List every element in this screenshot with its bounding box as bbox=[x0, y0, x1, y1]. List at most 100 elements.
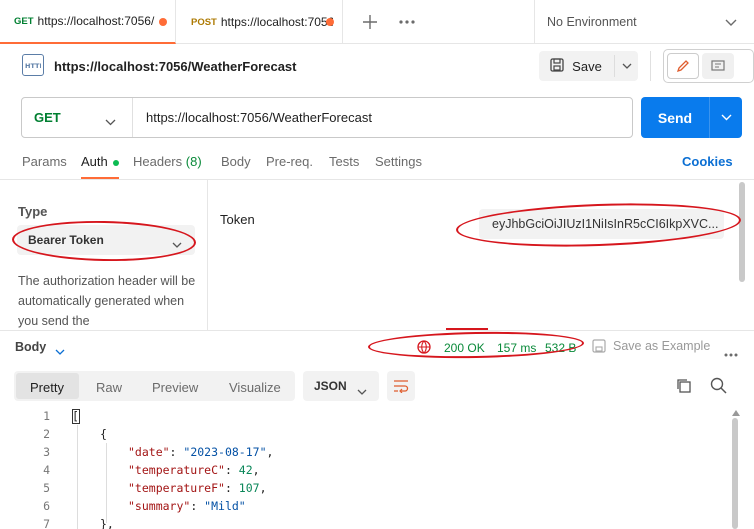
format-select[interactable]: JSON bbox=[303, 371, 379, 401]
auth-type-value: Bearer Token bbox=[28, 233, 104, 247]
auth-type-select[interactable]: Bearer Token bbox=[17, 225, 195, 255]
save-example-icon bbox=[592, 339, 606, 356]
tab-settings[interactable]: Settings bbox=[375, 154, 422, 169]
json-value: "Mild" bbox=[204, 499, 246, 513]
response-size[interactable]: 532 B bbox=[545, 341, 576, 355]
tab-auth-label: Auth bbox=[81, 154, 108, 169]
json-value: "2023-08-17" bbox=[183, 445, 267, 459]
code-line: "date": "2023-08-17", bbox=[128, 445, 274, 459]
more-tabs-icon[interactable] bbox=[394, 10, 420, 34]
tab-body[interactable]: Body bbox=[221, 154, 251, 169]
token-label: Token bbox=[220, 212, 255, 227]
more-options-icon[interactable] bbox=[724, 345, 738, 360]
chevron-down-icon bbox=[357, 383, 367, 398]
view-visualize[interactable]: Visualize bbox=[229, 372, 281, 402]
new-tab-plus-icon[interactable] bbox=[357, 10, 383, 34]
wrap-lines-icon[interactable] bbox=[387, 371, 415, 401]
code-line: "summary": "Mild" bbox=[128, 499, 246, 513]
token-value: eyJhbGciOiJIUzI1NiIsInR5cCI6IkpXVC... bbox=[492, 217, 719, 231]
format-value: JSON bbox=[314, 379, 347, 393]
save-as-example-button[interactable]: Save as Example bbox=[613, 339, 710, 353]
tab-headers-label: Headers bbox=[133, 154, 183, 169]
save-button[interactable]: Save bbox=[539, 51, 613, 81]
globe-icon[interactable] bbox=[416, 339, 432, 358]
annotation-stroke bbox=[446, 328, 488, 330]
request-tab-post[interactable]: POST https://localhost:7056 bbox=[177, 0, 343, 44]
view-preview[interactable]: Preview bbox=[152, 372, 198, 402]
tab-url: https://localhost:7056 bbox=[220, 15, 333, 29]
save-icon bbox=[550, 57, 564, 75]
line-number: 7 bbox=[43, 517, 50, 529]
request-title[interactable]: https://localhost:7056/WeatherForecast bbox=[54, 59, 297, 74]
unsaved-dot-icon bbox=[159, 18, 167, 26]
auth-type-label: Type bbox=[18, 204, 48, 219]
response-body-label[interactable]: Body bbox=[15, 340, 46, 354]
environment-select[interactable]: No Environment bbox=[534, 0, 754, 44]
tab-auth[interactable]: Auth bbox=[81, 154, 120, 179]
auth-active-dot-icon bbox=[113, 159, 120, 166]
comments-icon[interactable] bbox=[702, 53, 734, 79]
json-key: "date" bbox=[128, 445, 170, 459]
request-tab-get[interactable]: GET https://localhost:7056/ bbox=[0, 0, 176, 44]
tab-prereq[interactable]: Pre-req. bbox=[266, 154, 313, 169]
json-key: "temperatureC" bbox=[128, 463, 225, 477]
code-scrollbar[interactable] bbox=[732, 418, 738, 529]
line-number: 6 bbox=[43, 499, 50, 513]
json-key: "temperatureF" bbox=[128, 481, 225, 495]
chevron-down-icon bbox=[172, 236, 182, 251]
svg-text:HTTP: HTTP bbox=[25, 62, 41, 70]
line-number: 5 bbox=[43, 481, 50, 495]
method-select[interactable]: GET bbox=[22, 98, 133, 137]
unsaved-dot-icon bbox=[326, 18, 334, 26]
chevron-down-icon[interactable] bbox=[55, 343, 65, 358]
tab-url: https://localhost:7056/ bbox=[37, 14, 155, 28]
http-request-icon: HTTP bbox=[22, 54, 44, 76]
copy-icon[interactable] bbox=[676, 378, 692, 397]
request-tab-strip: GET https://localhost:7056/ POST https:/… bbox=[0, 0, 754, 44]
code-line: }, bbox=[100, 517, 114, 529]
edit-pencil-icon[interactable] bbox=[667, 53, 699, 79]
response-code-editor[interactable]: 1 2 3 4 5 6 7 [ { "date": "2023-08-17", … bbox=[0, 405, 740, 529]
tab-params[interactable]: Params bbox=[22, 154, 67, 169]
save-options-chevron-icon[interactable] bbox=[615, 51, 638, 81]
url-input[interactable]: https://localhost:7056/WeatherForecast bbox=[133, 110, 372, 125]
method-label: GET bbox=[34, 110, 61, 125]
view-raw[interactable]: Raw bbox=[96, 372, 122, 402]
cookies-link[interactable]: Cookies bbox=[682, 154, 733, 169]
line-number: 1 bbox=[43, 409, 50, 423]
response-time[interactable]: 157 ms bbox=[497, 341, 536, 355]
save-split-button: Save bbox=[539, 51, 638, 81]
search-icon[interactable] bbox=[710, 377, 727, 397]
indent-guide bbox=[77, 425, 78, 529]
scroll-up-arrow-icon[interactable] bbox=[732, 404, 740, 419]
code-line: "temperatureC": 42, bbox=[128, 463, 260, 477]
divider bbox=[650, 51, 651, 81]
send-options-chevron-icon[interactable] bbox=[710, 97, 742, 138]
send-split-button: Send bbox=[641, 97, 742, 138]
code-line: { bbox=[100, 427, 107, 441]
chevron-down-icon bbox=[725, 16, 737, 30]
code-line: "temperatureF": 107, bbox=[128, 481, 267, 495]
response-bar: Body 200 OK 157 ms 532 B Save as Example bbox=[0, 330, 754, 362]
auth-scrollbar[interactable] bbox=[739, 182, 745, 282]
url-bar: GET https://localhost:7056/WeatherForeca… bbox=[21, 97, 633, 138]
save-label: Save bbox=[572, 58, 602, 74]
json-value: 42 bbox=[238, 463, 253, 477]
view-pretty[interactable]: Pretty bbox=[30, 372, 64, 402]
chevron-down-icon bbox=[105, 114, 116, 129]
tab-method: GET bbox=[14, 15, 34, 27]
auth-type-panel: Type Bearer Token The authorization head… bbox=[0, 180, 208, 330]
send-button[interactable]: Send bbox=[641, 110, 709, 126]
indent-guide bbox=[106, 443, 107, 523]
code-line: [ bbox=[72, 409, 79, 423]
tab-method: POST bbox=[191, 16, 217, 28]
line-number: 4 bbox=[43, 463, 50, 477]
line-number: 2 bbox=[43, 427, 50, 441]
status-code[interactable]: 200 OK bbox=[444, 341, 485, 355]
headers-count: (8) bbox=[185, 154, 202, 169]
token-input[interactable]: eyJhbGciOiJIUzI1NiIsInR5cCI6IkpXVC... bbox=[479, 209, 724, 239]
view-toggle-group bbox=[663, 49, 754, 83]
tab-tests[interactable]: Tests bbox=[329, 154, 359, 169]
tab-headers[interactable]: Headers (8) bbox=[133, 154, 202, 169]
auth-description: The authorization header will be automat… bbox=[18, 274, 196, 328]
